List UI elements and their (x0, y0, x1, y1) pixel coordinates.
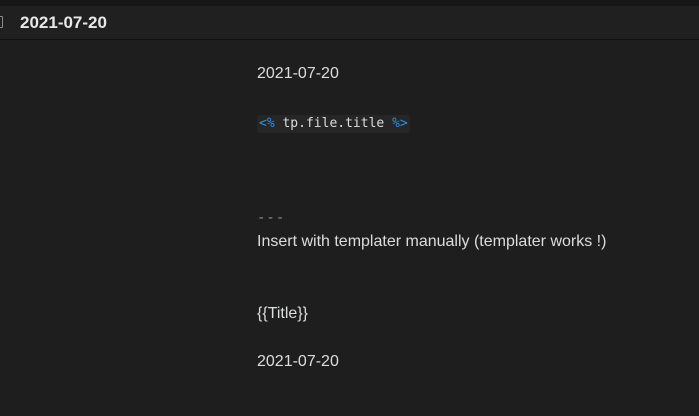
text-line-date-last[interactable]: 2021-07-20 (257, 352, 339, 372)
template-expression: tp.file.title (282, 116, 385, 131)
app-window: 2021-07-20 2021-07-20 <% tp.file.title %… (0, 0, 699, 416)
text-line-date[interactable]: 2021-07-20 (257, 64, 339, 84)
horizontal-rule-marker[interactable]: --- (257, 208, 285, 228)
tab-header[interactable]: 2021-07-20 (0, 6, 699, 40)
text-line-note[interactable]: Insert with templater manually (template… (257, 232, 606, 252)
editor-pane[interactable]: 2021-07-20 <% tp.file.title %> --- Inser… (0, 41, 699, 416)
template-close-tag: %> (392, 116, 408, 131)
templater-code-line[interactable]: <% tp.file.title %> (257, 115, 410, 133)
text-line-placeholder[interactable]: {{Title}} (257, 304, 308, 324)
file-icon (0, 16, 3, 28)
template-open-tag: <% (259, 116, 275, 131)
note-title[interactable]: 2021-07-20 (20, 12, 107, 34)
